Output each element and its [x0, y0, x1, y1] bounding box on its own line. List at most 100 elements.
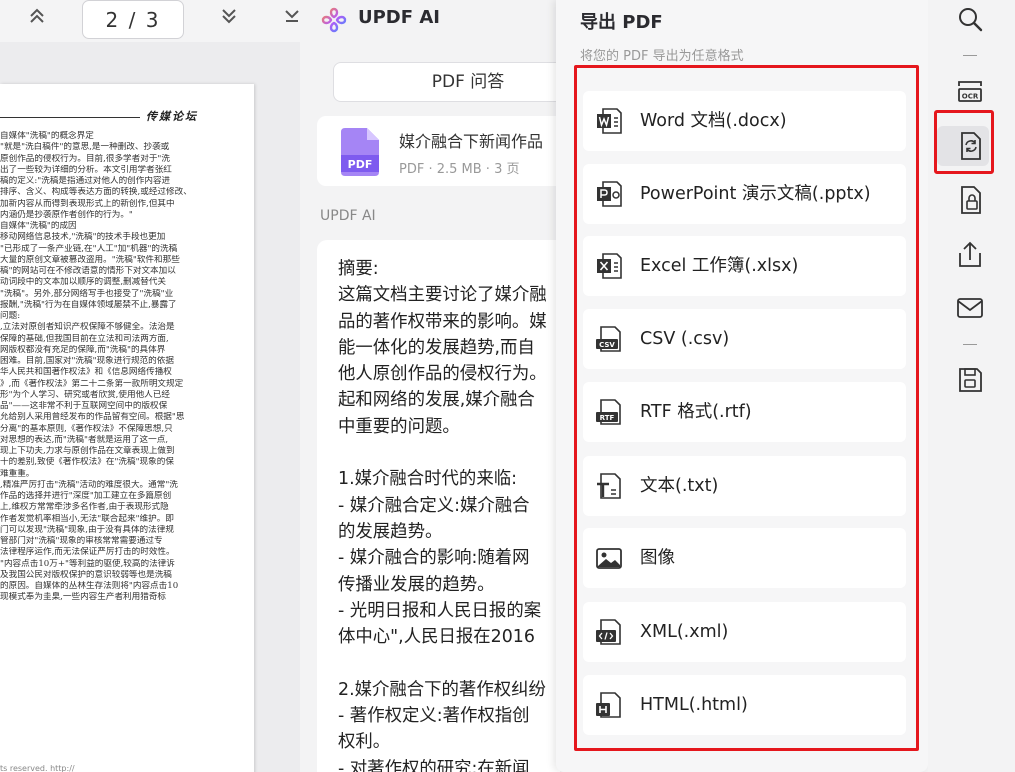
updf-ai-logo-icon: [321, 7, 347, 33]
page-text-line: 自媒体"洗稿"的成因: [0, 221, 77, 231]
page-text-line: 原创作品的侵权行为。目前,很多学者对于"洗: [0, 153, 170, 164]
page-text-line: "内容点击10万+"等利益的驱使,较高的法律诉: [0, 558, 175, 569]
last-page-button[interactable]: [277, 6, 300, 34]
page-text-line: 网版权都没有充足的保障,而"洗稿"的具体界: [0, 344, 166, 355]
answer-line: 体中心",人民日报在2016: [338, 627, 535, 648]
page-text-line: 分离"的基本原则,《著作权法》不保障思想,只: [0, 423, 173, 434]
export-word-button[interactable]: Word 文档(.docx): [583, 91, 906, 151]
export-format-label: RTF 格式(.rtf): [640, 402, 752, 422]
answer-line: 能一体化的发展趋势,而自: [338, 337, 535, 358]
export-image-button[interactable]: 图像: [583, 528, 906, 588]
page-text-line: ,立法对原创者知识产权保障不够健全。法治是: [0, 322, 175, 333]
page-text-line: 华人民共和国著作权法》和《信息网络传播权: [0, 367, 172, 378]
document-name: 媒介融合下新闻作品: [399, 132, 544, 151]
export-format-label: Excel 工作簿(.xlsx): [640, 256, 799, 276]
answer-line: 品的著作权带来的影响。媒: [338, 311, 547, 332]
answer-line: 摘要:: [338, 259, 379, 279]
next-page-button[interactable]: [214, 6, 244, 34]
svg-text:RTF: RTF: [600, 414, 615, 422]
page-text-line: 报酬,"洗稿"行为在自媒体领域屡禁不止,暴露了: [0, 299, 177, 310]
svg-text:CSV: CSV: [599, 341, 615, 349]
page-text-line: 形"为个人学习、研究或者欣赏,使用他人已经: [0, 389, 170, 400]
export-text-button[interactable]: 文本(.txt): [583, 456, 906, 516]
ocr-icon[interactable]: OCR: [953, 74, 987, 108]
page-text-line: 品"——这非常不利于互联网空间中的版权保: [0, 401, 168, 411]
export-excel-button[interactable]: Excel 工作簿(.xlsx): [583, 236, 906, 296]
ai-answer: 摘要: 这篇文档主要讨论了媒介融 品的著作权带来的影响。媒 能一体化的发展趋势,而自他…: [317, 240, 560, 772]
search-icon[interactable]: [953, 2, 987, 36]
page-text-line: 上,维权方常常牵涉多名作者,由于表现形式隐: [0, 502, 169, 513]
ai-panel: UPDF AI PDF 问答 PDF 媒介融合下新闻作品 PDF · 2.5 M…: [300, 0, 560, 772]
page-text-line: 管部门对"洗稿"现象的审核常常需要通过专: [0, 536, 163, 546]
page-text-line: 稿"的网站可在不修改语意的情形下对文本加以: [0, 266, 176, 276]
page-text-line: 出了一些较为详细的分析。本文引用学者张红: [0, 164, 172, 175]
prev-page-button[interactable]: [22, 6, 52, 34]
chevron-up-double-icon: [30, 8, 44, 23]
answer-line: 他人原创作品的侵权行为。: [338, 364, 547, 385]
answer-line: 的发展趋势。: [338, 521, 443, 542]
tab-pdf-qa[interactable]: PDF 问答: [333, 62, 560, 102]
page-text-line: 作品的选择并进行"深度"加工建立在多篇原创: [0, 491, 172, 501]
save-icon[interactable]: [953, 363, 987, 397]
page-text-line: 保障的基础,但我国目前在立法和司法两方面,: [0, 333, 169, 344]
answer-line: 这篇文档主要讨论了媒介融: [338, 285, 547, 306]
export-format-label: CSV (.csv): [640, 329, 730, 349]
page-text-line: 及我国公民对版权保护的意识较弱等也是洗稿: [0, 569, 172, 580]
export-powerpoint-button[interactable]: PowerPoint 演示文稿(.pptx): [583, 164, 906, 224]
powerpoint-icon: [597, 181, 622, 207]
rtf-icon: RTF: [596, 399, 621, 425]
csv-icon: CSV: [596, 326, 621, 352]
word-icon: [597, 108, 622, 134]
document-card[interactable]: PDF 媒介融合下新闻作品 PDF · 2.5 MB · 3 页: [317, 116, 560, 186]
page-text-line: 稿的定义:"洗稿是指通过对他人的创作内容进: [0, 176, 171, 186]
export-csv-button[interactable]: CSV CSV (.csv): [583, 309, 906, 369]
image-icon: [596, 548, 622, 569]
page-toolbar: 2 / 3: [0, 0, 300, 42]
page-text-line: 难重重。: [0, 468, 35, 479]
export-subtitle: 将您的 PDF 导出为任意格式: [580, 49, 744, 64]
toolbar-divider: [963, 344, 977, 345]
answer-line: 中重要的问题。: [338, 416, 460, 437]
right-toolbar: OCR: [928, 0, 1015, 772]
export-rtf-button[interactable]: RTF RTF 格式(.rtf): [583, 382, 906, 442]
page-text-line: 》,而《著作权法》第二十二条第一款所明文规定: [0, 378, 184, 389]
protect-icon[interactable]: [953, 183, 987, 217]
mail-icon[interactable]: [953, 291, 987, 325]
page-number-input[interactable]: 2 / 3: [82, 0, 184, 39]
page-text-line: 现模式奉为圭臬,一些内容生产者利用猎奇标: [0, 592, 167, 603]
journal-name: 传媒论坛: [146, 110, 198, 123]
page-text-line: 法律程序运作,而无法保证严厉打击的时效性。: [0, 547, 175, 558]
page-header-rule: [0, 117, 140, 118]
export-format-label: XML(.xml): [640, 622, 729, 642]
page-text-line: 加新内容从而得到表现形式上的新创作,但其中: [0, 198, 175, 209]
answer-line: - 媒介融合定义:媒介融合: [338, 495, 530, 516]
page-body-text: 自媒体"洗稿"的概念界定 "就是"洗白稿件"的意思,是一种删改、抄袭或 原创作品的侵…: [0, 131, 252, 604]
export-format-label: 图像: [640, 548, 675, 568]
page-text-line: 的原因。自媒体的丛林生存法则将"内容点击10: [0, 581, 179, 591]
pdf-file-icon: PDF: [341, 128, 379, 176]
page-text-line: 问题:: [0, 311, 21, 321]
text-icon: [597, 473, 621, 499]
export-xml-button[interactable]: XML(.xml): [583, 602, 906, 662]
page-text-line: 自媒体"洗稿"的概念界定: [0, 131, 94, 141]
answer-line: 传播业发展的趋势。: [338, 574, 495, 595]
convert-icon[interactable]: [953, 129, 987, 163]
page-text-line: 允给别人采用曾经发布的作品留有空间。根据"思: [0, 412, 185, 423]
export-title: 导出 PDF: [580, 12, 663, 33]
page-text-line: 作者发觉机率相当小,无法"联合起来"维护。即: [0, 513, 174, 524]
ai-title: UPDF AI: [358, 7, 440, 28]
page-text-line: 十的差别,致使《著作权法》在"洗稿"现象的保: [0, 457, 174, 468]
last-page-icon: [285, 10, 299, 22]
page-text-line: "洗稿"。另外,部分网络写手也接受了"洗稿"业: [0, 288, 174, 299]
export-format-label: Word 文档(.docx): [640, 111, 787, 131]
pdf-viewer: 2 / 3 传媒论坛 自媒体"洗稿"的概念界定 "就是"洗白稿件"的意思,是一种删…: [0, 0, 300, 772]
export-html-button[interactable]: HTML(.html): [583, 675, 906, 735]
excel-icon: [597, 253, 622, 279]
export-pdf-panel: 导出 PDF 将您的 PDF 导出为任意格式 Word 文档(.docx) Po…: [556, 0, 928, 772]
share-icon[interactable]: [953, 238, 987, 272]
ai-response-label: UPDF AI: [320, 208, 376, 224]
toolbar-divider: [963, 55, 977, 56]
html-icon: [596, 692, 621, 718]
xml-icon: [596, 619, 621, 645]
page-text-line: 内涵仍是抄袭原作者创作的行为。": [0, 209, 133, 220]
